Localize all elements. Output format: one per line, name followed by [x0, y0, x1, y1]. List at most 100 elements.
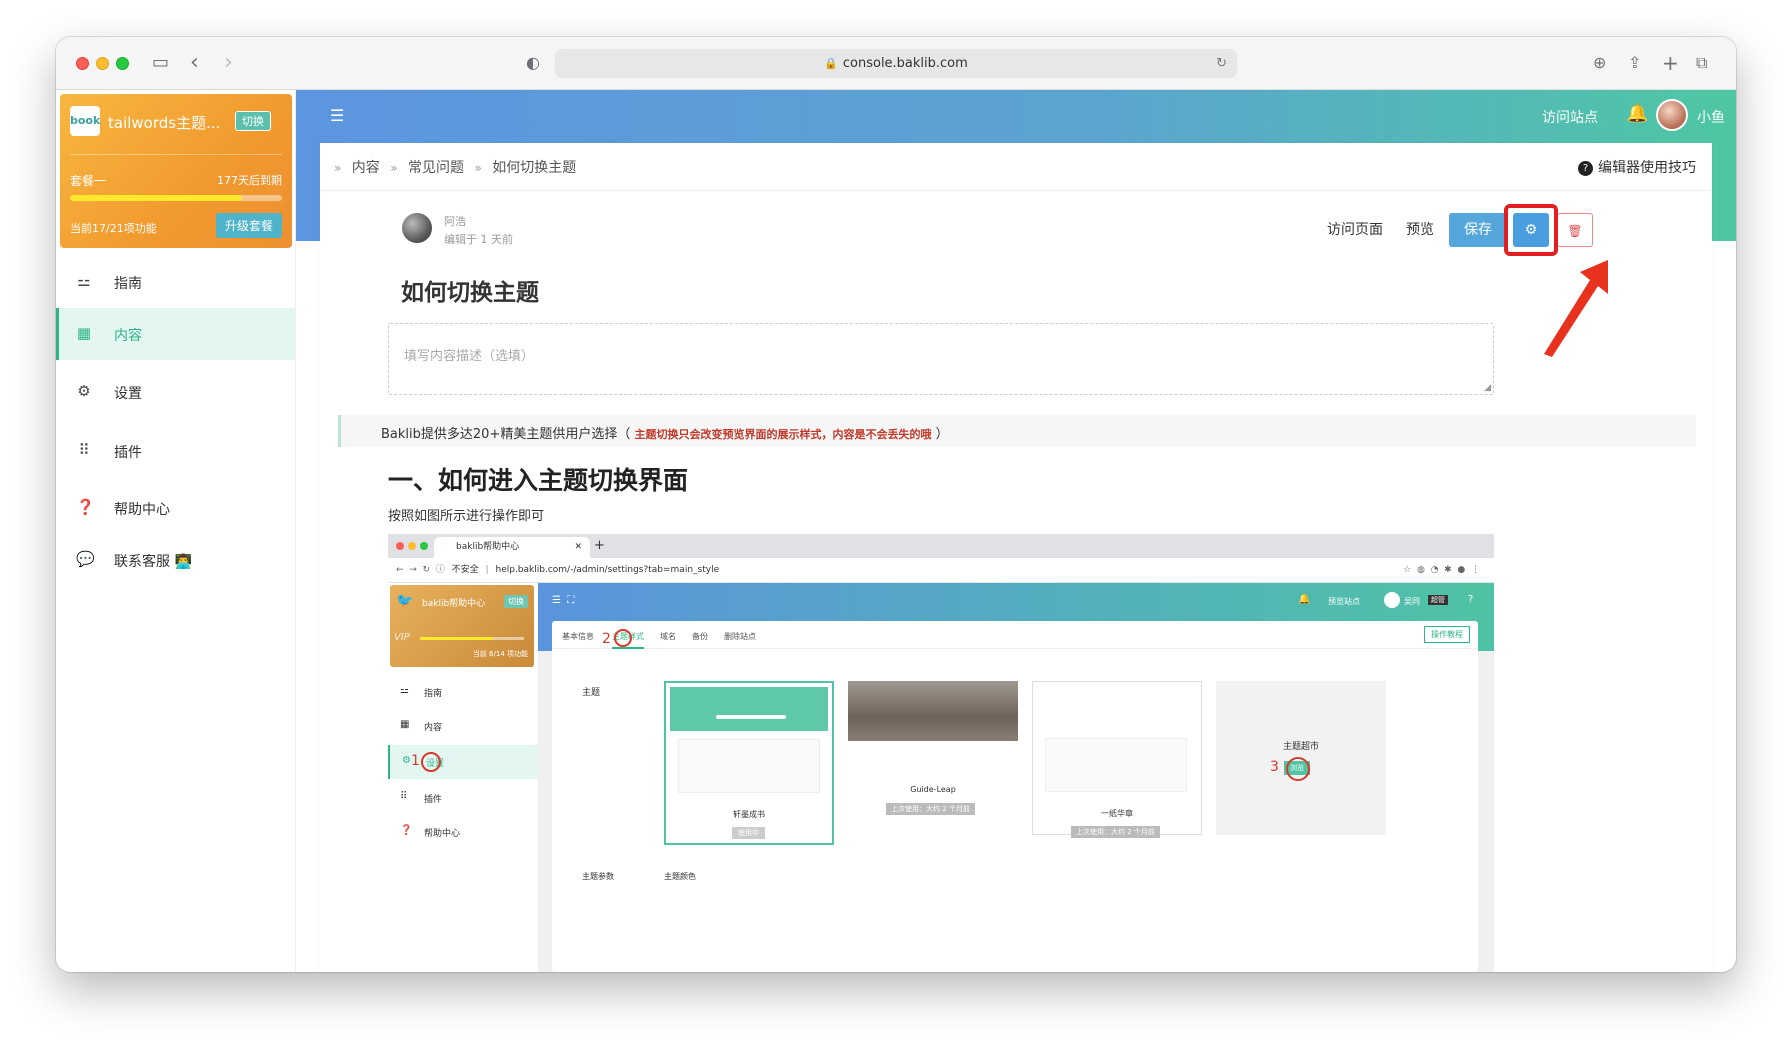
site-title: tailwords主题...	[108, 114, 221, 132]
embedded-close-dot	[396, 542, 404, 550]
embedded-url: help.baklib.com/-/admin/settings?tab=mai…	[495, 565, 720, 575]
plus-icon: +	[594, 538, 605, 553]
breadcrumb-separator: »	[474, 161, 482, 175]
shield-icon[interactable]: ◐	[526, 52, 540, 74]
breadcrumb-item[interactable]: 常见问题	[408, 160, 464, 176]
red-arrow-annotation	[1544, 260, 1608, 357]
close-window-button[interactable]	[76, 57, 89, 70]
delete-button[interactable]: 🗑	[1557, 213, 1593, 247]
sidebar-item-help[interactable]: ❓ 帮助中心	[56, 482, 296, 534]
zoom-window-button[interactable]	[116, 57, 129, 70]
embedded-params-label: 主题参数	[582, 872, 614, 881]
sidebar-item-support[interactable]: 💬 联系客服 👨‍💻	[56, 534, 296, 586]
theme-card: Guide-Leap 上次使用：大约 2 个月前	[848, 681, 1018, 835]
sidebar: book tailwords主题... 切换 套餐一 177天后到期 当前17/…	[56, 90, 296, 972]
step-2-circle	[614, 629, 632, 647]
back-icon[interactable]: ‹	[190, 52, 199, 74]
sidebar-toggle-icon[interactable]: ▭	[152, 52, 169, 74]
download-icon[interactable]: ⊕	[1593, 52, 1606, 74]
embedded-plan-card: 🐦 baklib帮助中心 切换 VIP 当前 6/14 项功能	[390, 585, 534, 667]
sidebar-item-plugins[interactable]: ⠿ 插件	[56, 425, 296, 477]
embedded-nav-plugins: ⠿ 插件	[400, 791, 443, 805]
embedded-screenshot[interactable]: baklib帮助中心 ✕ + ← → ↻ ⓘ 不安全 | help.baklib.…	[388, 534, 1494, 972]
author-avatar	[402, 213, 432, 243]
embedded-insecure-label: 不安全	[451, 565, 479, 575]
embedded-header: ☰ ⛶ 🔔 预览站点 吴同 超管 ?	[538, 583, 1494, 621]
highlight-box	[1504, 204, 1558, 256]
embedded-switch: 切换	[504, 595, 528, 608]
quote-end: ）	[931, 427, 949, 442]
editor-panel: » 内容 » 常见问题 » 如何切换主题 ? 编辑器使用技巧 阿浩 编辑于 1 天…	[320, 143, 1712, 972]
embedded-user: 吴同	[1404, 597, 1420, 606]
sidebar-item-label: 帮助中心	[114, 502, 170, 518]
visit-page-button[interactable]: 访问页面	[1320, 213, 1390, 247]
step-3-circle	[1286, 757, 1310, 781]
save-button[interactable]: 保存	[1449, 213, 1507, 247]
embedded-tab-title: baklib帮助中心	[456, 542, 520, 552]
embedded-color-label: 主题颜色	[664, 872, 696, 881]
embedded-toolbar-icons: ☆ ◍ ◔ ✱ ● ⋮	[1403, 565, 1480, 575]
minimize-window-button[interactable]	[96, 57, 109, 70]
switch-site-button[interactable]: 切换	[235, 111, 271, 131]
embedded-progress	[420, 637, 524, 640]
tabs-overview-icon[interactable]: ⧉	[1696, 52, 1707, 74]
plan-name: 套餐一	[70, 174, 107, 188]
section-heading[interactable]: 一、如何进入主题切换界面	[388, 461, 688, 497]
edited-time: 编辑于 1 天前	[444, 233, 513, 246]
theme-market-card: 主题超市 浏览 3	[1216, 681, 1386, 835]
editor-tips-label: 编辑器使用技巧	[1598, 160, 1696, 176]
embedded-help-icon: ?	[1468, 594, 1474, 605]
embedded-nav-content: ▦ 内容	[400, 719, 443, 733]
embedded-avatar	[1384, 592, 1400, 608]
new-tab-icon[interactable]: +	[1662, 52, 1679, 74]
theme-card: 一纸华章 上次使用：大约 2 个月前	[1032, 681, 1202, 838]
address-bar[interactable]: 🔒 console.baklib.com ↻	[555, 49, 1237, 78]
forward-icon[interactable]: ›	[224, 52, 233, 74]
embedded-zoom-dot	[420, 542, 428, 550]
theme-card: 轩墨成书 使用中	[664, 681, 834, 845]
chat-icon: 💬	[76, 550, 95, 568]
preview-button[interactable]: 预览	[1400, 213, 1440, 247]
sidebar-item-label: 插件	[114, 445, 142, 461]
share-icon[interactable]: ⇪	[1628, 52, 1641, 74]
menu-toggle-icon[interactable]: ☰	[330, 106, 344, 126]
breadcrumb: » 内容 » 常见问题 » 如何切换主题 ? 编辑器使用技巧	[320, 143, 1712, 191]
editor-tips-link[interactable]: ? 编辑器使用技巧	[1578, 157, 1696, 177]
bird-logo-icon: 🐦	[396, 593, 414, 609]
browser-toolbar: ▭ ‹ › ◐ 🔒 console.baklib.com ↻ ⊕ ⇪ + ⧉	[56, 37, 1736, 90]
article-title[interactable]: 如何切换主题	[401, 273, 539, 307]
apps-icon: ⠿	[78, 441, 90, 459]
embedded-bell-icon: 🔔	[1298, 594, 1311, 605]
sidebar-item-guide[interactable]: ⚍ 指南	[56, 256, 296, 308]
avatar[interactable]	[1656, 99, 1688, 131]
step-2-number: 2	[602, 631, 611, 647]
embedded-preview-site: 预览站点	[1328, 597, 1360, 606]
quote-highlight: 主题切换只会改变预览界面的展示样式，内容是不会丢失的哦	[634, 428, 932, 441]
sidebar-item-label: 内容	[114, 328, 142, 344]
breadcrumb-separator: »	[334, 161, 342, 175]
upgrade-button[interactable]: 升级套餐	[215, 213, 282, 238]
embedded-theme-label: 主题	[582, 688, 601, 698]
breadcrumb-separator: »	[390, 161, 398, 175]
trash-icon: 🗑	[1567, 224, 1583, 238]
sidebar-item-content[interactable]: ▦ 内容	[56, 308, 296, 360]
app-header: ☰ 访问站点 🔔 小鱼 ⌄	[296, 90, 1736, 143]
question-icon: ?	[1578, 161, 1593, 176]
lock-icon: 🔒	[824, 57, 838, 70]
username[interactable]: 小鱼	[1697, 107, 1725, 127]
paragraph[interactable]: 按照如图所示进行操作即可	[388, 505, 544, 524]
breadcrumb-item[interactable]: 内容	[352, 160, 380, 176]
embedded-tabs: 基本信息 主题样式 域名 备份 删除站点 操作教程	[552, 621, 1478, 649]
description-textarea[interactable]: 填写内容描述（选填） ◢	[388, 323, 1494, 395]
blockquote[interactable]: Baklib提供多达20+精美主题供用户选择（ 主题切换只会改变预览界面的展示样…	[338, 415, 1696, 447]
quote-text: Baklib提供多达20+精美主题供用户选择（	[381, 427, 635, 442]
sidebar-item-settings[interactable]: ⚙ 设置	[56, 366, 296, 418]
bell-icon[interactable]: 🔔	[1626, 103, 1648, 124]
resize-handle-icon[interactable]: ◢	[1484, 383, 1491, 393]
embedded-settings-card: 基本信息 主题样式 域名 备份 删除站点 操作教程 2 主题 轩墨成书 使用中	[552, 621, 1478, 972]
plan-card: book tailwords主题... 切换 套餐一 177天后到期 当前17/…	[60, 94, 292, 248]
embedded-plan-features: 当前 6/14 项功能	[472, 650, 528, 658]
reload-icon[interactable]: ↻	[1216, 49, 1227, 78]
embedded-menu-icon: ☰ ⛶	[552, 595, 575, 606]
visit-site-link[interactable]: 访问站点	[1542, 107, 1598, 127]
